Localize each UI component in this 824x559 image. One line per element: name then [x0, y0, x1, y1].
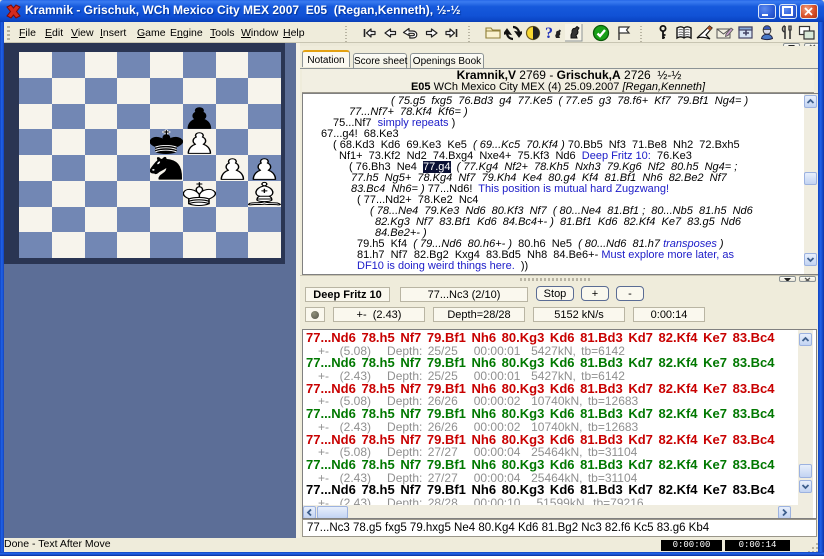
svg-text:?: ? — [545, 25, 553, 42]
